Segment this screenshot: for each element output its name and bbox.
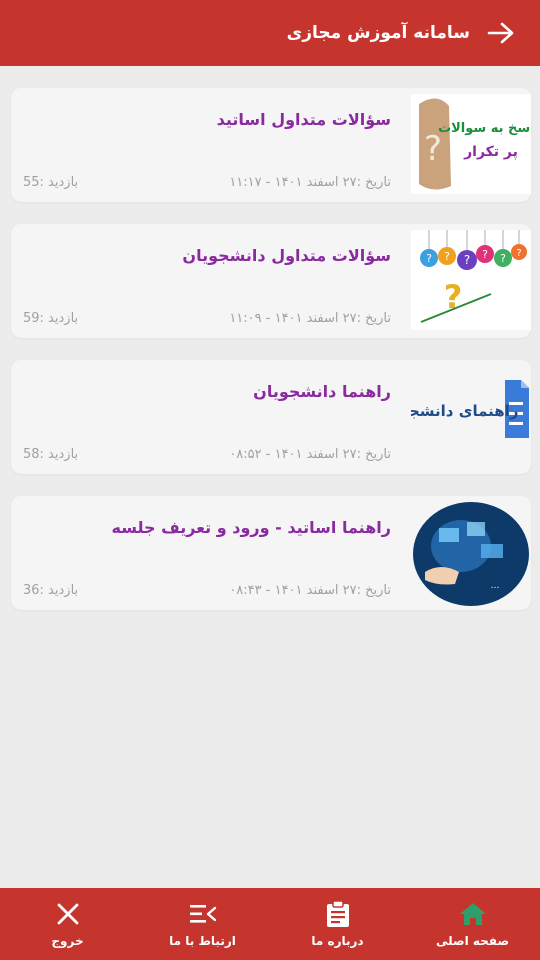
svg-text:?: ? [444,278,463,316]
item-views: بازدید :58 [23,447,79,462]
item-date: تاریخ :۲۷ اسفند ۱۴۰۱ - ۱۱:۱۷ [229,175,391,190]
student-guide-image: راهنمای دانشجو [399,366,531,466]
item-date: تاریخ :۲۷ اسفند ۱۴۰۱ - ۰۸:۴۳ [229,583,391,598]
item-thumbnail: … [411,502,531,606]
svg-text:?: ? [500,252,506,265]
list-item[interactable]: … راهنما اساتید - ورود و تعریف جلسه تاری… [11,496,531,610]
svg-text:?: ? [482,248,488,261]
faq-students-image: ? ? ? ? ? ? ? [411,230,531,330]
svg-text:?: ? [444,250,450,263]
menu-collapse-icon [189,900,217,928]
list-item[interactable]: راهنمای دانشجو راهنما دانشجویان تاریخ :۲… [11,360,531,474]
thumb-caption: راهنمای دانشجو [411,402,518,420]
list-item[interactable]: ? پاسخ به سوالات پر تکرار سؤالات متداول … [11,88,540,202]
faq-professors-image: ? پاسخ به سوالات پر تکرار [411,94,540,194]
item-views: بازدید :55 [23,175,79,190]
close-icon [54,900,82,928]
list-item[interactable]: ? ? ? ? ? ? ? سؤالات متداول دانشجویان تا… [11,224,531,338]
home-icon [459,900,487,928]
item-title: راهنما دانشجویان [253,382,391,401]
nav-exit-label: خروج [51,934,84,948]
thumb-caption-1: پاسخ به سوالات [438,121,531,136]
item-views: بازدید :59 [23,311,79,326]
svg-text:?: ? [464,253,470,267]
clipboard-icon [324,900,352,928]
nav-about[interactable]: درباره ما [270,888,405,960]
nav-about-label: درباره ما [311,934,364,948]
svg-text:?: ? [426,252,432,265]
svg-text:?: ? [516,248,521,259]
item-thumbnail: راهنمای دانشجو [399,366,531,466]
svg-text:…: … [491,581,500,591]
nav-contact-label: ارتباط با ما [169,934,236,948]
thumb-caption-2: پر تکرار [463,144,518,160]
page-title: سامانه آموزش مجازی [286,23,470,43]
nav-contact[interactable]: ارتباط با ما [135,888,270,960]
nav-home-label: صفحه اصلی [435,934,510,948]
item-views: بازدید :36 [23,583,79,598]
professor-guide-image: … [413,502,529,606]
app-bar: سامانه آموزش مجازی [0,0,540,66]
item-title: راهنما اساتید - ورود و تعریف جلسه [111,518,391,537]
item-title: سؤالات متداول اساتید [216,110,391,129]
nav-exit[interactable]: خروج [0,888,135,960]
bottom-navigation: صفحه اصلی درباره ما ارتباط با ما خروج [0,888,540,960]
item-title: سؤالات متداول دانشجویان [182,246,391,265]
content-list: ? پاسخ به سوالات پر تکرار سؤالات متداول … [11,88,540,632]
item-date: تاریخ :۲۷ اسفند ۱۴۰۱ - ۱۱:۰۹ [229,311,391,326]
item-thumbnail: ? پاسخ به سوالات پر تکرار [411,94,540,194]
back-button[interactable] [484,16,518,50]
arrow-right-icon [487,22,514,44]
item-date: تاریخ :۲۷ اسفند ۱۴۰۱ - ۰۸:۵۲ [229,447,391,462]
item-thumbnail: ? ? ? ? ? ? ? [411,230,531,330]
nav-home[interactable]: صفحه اصلی [405,888,540,960]
